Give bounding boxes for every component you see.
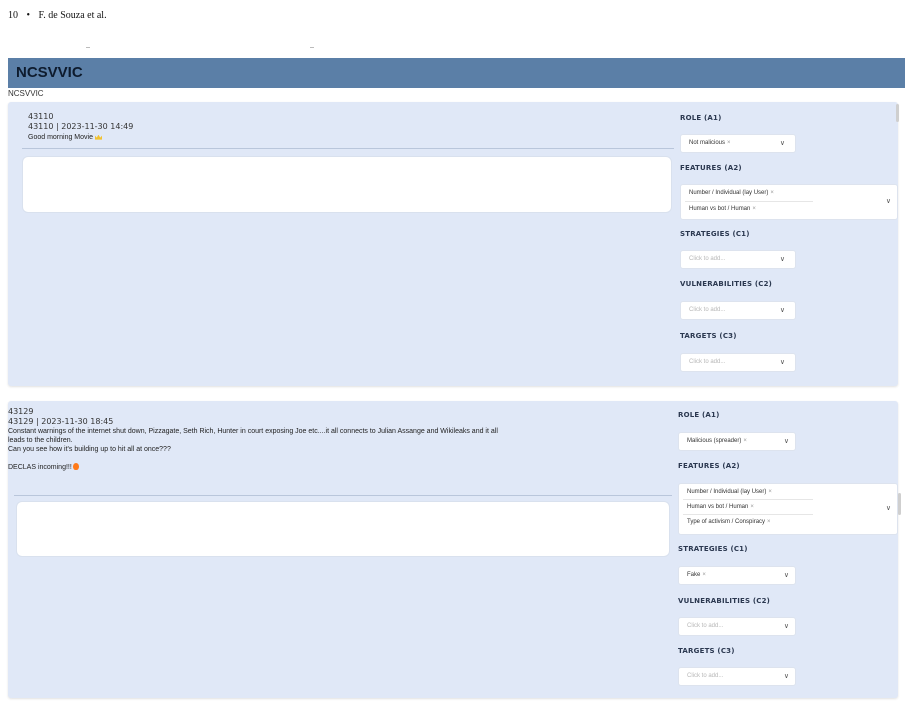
tweet-meta: 43129 | 2023-11-30 18:45	[8, 417, 114, 426]
app-header-bar: NCSVVIC	[8, 58, 905, 88]
targets-placeholder: Click to add...	[687, 673, 724, 679]
vulnerabilities-placeholder: Click to add...	[687, 623, 724, 629]
feature-chip: Number / Individual (lay User) ×	[687, 489, 772, 495]
remove-icon[interactable]: ×	[727, 140, 731, 146]
chip-separator	[683, 514, 813, 515]
scrollbar-thumb[interactable]	[896, 104, 899, 122]
author-line: F. de Souza et al.	[38, 10, 107, 21]
scrollbar-thumb[interactable]	[898, 493, 901, 515]
annotation-card: 43110 43110 | 2023-11-30 14:49 Good morn…	[8, 102, 899, 386]
feature-chip: Human vs bot / Human ×	[689, 206, 756, 212]
remove-icon[interactable]: ×	[767, 519, 771, 525]
role-chip: Not malicious ×	[689, 140, 731, 146]
text-divider	[14, 495, 672, 496]
features-select[interactable]: Number / Individual (lay User) × Human vs…	[680, 184, 898, 220]
chevron-down-icon[interactable]: ∨	[780, 139, 785, 147]
targets-label: TARGETS (C3)	[678, 647, 735, 655]
features-select[interactable]: Number / Individual (lay User) × Human vs…	[678, 483, 898, 535]
vulnerabilities-label: VULNERABILITIES (C2)	[680, 280, 773, 288]
targets-select[interactable]: Click to add... ∨	[680, 353, 796, 372]
chevron-down-icon[interactable]: ∨	[780, 358, 785, 366]
role-label: ROLE (A1)	[680, 114, 722, 122]
text-divider	[22, 148, 674, 149]
features-label: FEATURES (A2)	[680, 164, 742, 172]
tweet-id: 43129	[8, 407, 34, 416]
cropped-edge-marks	[86, 47, 314, 48]
strategy-chip: Fake ×	[687, 572, 706, 578]
remove-icon[interactable]: ×	[770, 190, 774, 196]
crown-emoji-icon	[94, 134, 102, 140]
chevron-down-icon[interactable]: ∨	[784, 622, 789, 630]
chevron-down-icon[interactable]: ∨	[780, 306, 785, 314]
remove-icon[interactable]: ×	[750, 504, 754, 510]
page-number: 10	[8, 10, 18, 21]
header-bullet: •	[26, 10, 31, 21]
chevron-down-icon[interactable]: ∨	[886, 197, 891, 205]
role-chip: Malicious (spreader) ×	[687, 438, 747, 444]
strategies-label: STRATEGIES (C1)	[678, 545, 748, 553]
role-label: ROLE (A1)	[678, 411, 720, 419]
vulnerabilities-label: VULNERABILITIES (C2)	[678, 597, 771, 605]
remove-icon[interactable]: ×	[768, 489, 772, 495]
features-label: FEATURES (A2)	[678, 462, 740, 470]
targets-select[interactable]: Click to add... ∨	[678, 667, 796, 686]
app-subtitle: NCSVVIC	[8, 89, 44, 98]
targets-label: TARGETS (C3)	[680, 332, 737, 340]
chevron-down-icon[interactable]: ∨	[886, 504, 891, 512]
tweet-meta: 43110 | 2023-11-30 14:49	[28, 122, 134, 131]
tweet-id: 43110	[28, 112, 54, 121]
chevron-down-icon[interactable]: ∨	[780, 255, 785, 263]
chip-separator	[683, 499, 813, 500]
vulnerabilities-select[interactable]: Click to add... ∨	[680, 301, 796, 320]
feature-chip: Type of activism / Conspiracy ×	[687, 519, 771, 525]
app-title: NCSVVIC	[16, 64, 83, 81]
chip-separator	[685, 201, 813, 202]
role-select[interactable]: Not malicious × ∨	[680, 134, 796, 153]
strategies-select[interactable]: Click to add... ∨	[680, 250, 796, 269]
targets-placeholder: Click to add...	[689, 359, 726, 365]
strategies-placeholder: Click to add...	[689, 256, 726, 262]
vulnerabilities-placeholder: Click to add...	[689, 307, 726, 313]
comment-textarea[interactable]	[16, 501, 670, 557]
annotation-card: 43129 43129 | 2023-11-30 18:45 Constant …	[8, 401, 901, 698]
fire-emoji-icon	[72, 463, 79, 470]
vulnerabilities-select[interactable]: Click to add... ∨	[678, 617, 796, 636]
tweet-text: Good morning Movie	[28, 133, 102, 142]
role-select[interactable]: Malicious (spreader) × ∨	[678, 432, 796, 451]
tweet-text: Constant warnings of the internet shut d…	[8, 428, 498, 471]
remove-icon[interactable]: ×	[743, 438, 747, 444]
feature-chip: Human vs bot / Human ×	[687, 504, 754, 510]
comment-textarea[interactable]	[22, 156, 672, 213]
strategies-select[interactable]: Fake × ∨	[678, 566, 796, 585]
feature-chip: Number / Individual (lay User) ×	[689, 190, 774, 196]
strategies-label: STRATEGIES (C1)	[680, 230, 750, 238]
chevron-down-icon[interactable]: ∨	[784, 672, 789, 680]
remove-icon[interactable]: ×	[752, 206, 756, 212]
chevron-down-icon[interactable]: ∨	[784, 571, 789, 579]
remove-icon[interactable]: ×	[702, 572, 706, 578]
page-running-header: 10 • F. de Souza et al.	[8, 10, 113, 21]
chevron-down-icon[interactable]: ∨	[784, 437, 789, 445]
